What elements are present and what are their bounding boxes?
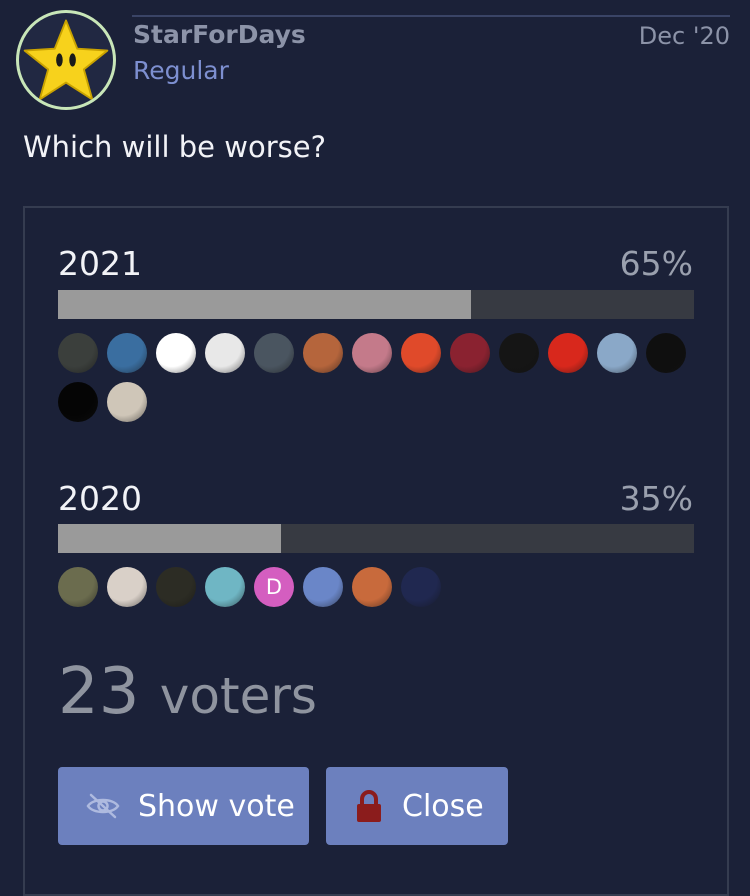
voter-avatar[interactable] (58, 333, 98, 373)
poll-option-percent: 65% (619, 244, 693, 283)
lock-icon (354, 789, 384, 823)
poll-option-bar (58, 290, 694, 319)
poll-option-label: 2021 (58, 244, 142, 283)
user-avatar[interactable] (16, 10, 116, 110)
post-question: Which will be worse? (23, 130, 326, 164)
voter-avatar[interactable] (597, 333, 637, 373)
voter-avatar[interactable] (450, 333, 490, 373)
eye-slash-icon (86, 793, 120, 819)
voter-avatar[interactable] (107, 333, 147, 373)
post-top-divider (132, 15, 730, 17)
poll-option-bar-fill (58, 524, 281, 553)
voter-avatar[interactable] (107, 567, 147, 607)
voter-avatar[interactable] (156, 333, 196, 373)
voter-avatar[interactable] (205, 333, 245, 373)
username-link[interactable]: StarForDays (133, 20, 306, 49)
voter-avatar[interactable] (303, 333, 343, 373)
show-vote-label: Show vote (138, 788, 295, 824)
voter-avatar[interactable] (58, 382, 98, 422)
star-icon (23, 19, 109, 101)
poll-option-percent: 35% (619, 479, 693, 518)
voter-avatar[interactable] (107, 382, 147, 422)
voters-count: 23 voters (58, 660, 317, 724)
voters-number: 23 (58, 655, 140, 729)
poll-option-bar-fill (58, 290, 472, 319)
poll-option-voters: D (58, 567, 698, 607)
poll-option-label: 2020 (58, 479, 142, 518)
voter-avatar[interactable] (156, 567, 196, 607)
voter-avatar[interactable] (254, 333, 294, 373)
voter-avatar[interactable] (548, 333, 588, 373)
close-label: Close (402, 788, 484, 824)
voter-avatar[interactable] (401, 567, 441, 607)
voter-avatar[interactable] (646, 333, 686, 373)
voter-avatar[interactable]: D (254, 567, 294, 607)
voter-avatar[interactable] (58, 567, 98, 607)
voter-avatar[interactable] (352, 567, 392, 607)
close-poll-button[interactable]: Close (326, 767, 508, 845)
voter-avatar[interactable] (303, 567, 343, 607)
show-vote-button[interactable]: Show vote (58, 767, 309, 845)
poll-option-bar (58, 524, 694, 553)
poll-option-voters (58, 333, 698, 422)
user-title: Regular (133, 56, 229, 85)
post-date[interactable]: Dec '20 (639, 22, 730, 50)
voter-avatar[interactable] (205, 567, 245, 607)
voter-avatar[interactable] (499, 333, 539, 373)
voters-word: voters (159, 667, 317, 725)
voter-avatar[interactable] (352, 333, 392, 373)
voter-avatar[interactable] (401, 333, 441, 373)
